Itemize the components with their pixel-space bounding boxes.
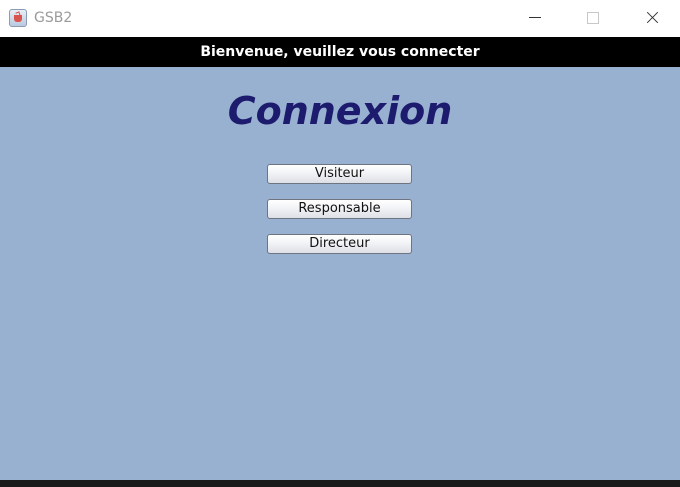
directeur-button[interactable]: Directeur [267,234,412,254]
page-title: Connexion [227,89,453,133]
close-button[interactable] [622,0,680,37]
java-cup-icon [9,9,27,27]
window-bottom-border [0,480,680,487]
window-title: GSB2 [34,10,73,26]
welcome-banner: Bienvenue, veuillez vous connecter [0,37,680,67]
visiteur-button[interactable]: Visiteur [267,164,412,184]
app-window: GSB2 Bienvenue, veuillez vous connecter … [0,0,680,487]
title-bar[interactable]: GSB2 [0,0,680,37]
maximize-button[interactable] [564,0,622,37]
minimize-button[interactable] [506,0,564,37]
responsable-button[interactable]: Responsable [267,199,412,219]
